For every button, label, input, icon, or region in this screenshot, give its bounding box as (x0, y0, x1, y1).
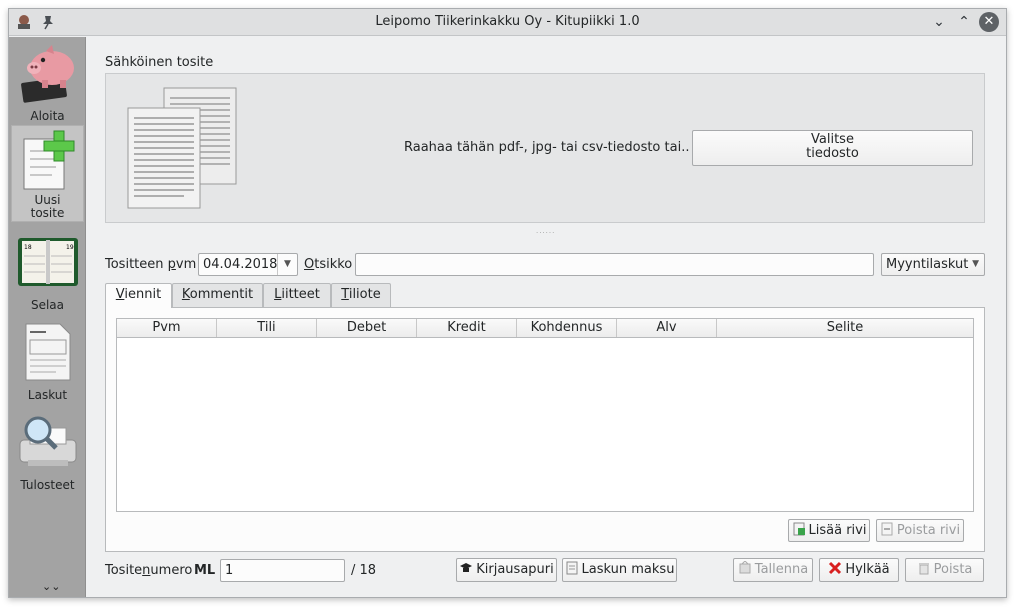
save-button[interactable]: Tallenna (733, 558, 813, 582)
voucher-number-label: Tositenumero (105, 563, 193, 578)
tab-kommentit[interactable]: Kommentit (172, 283, 263, 307)
date-field[interactable]: 04.04.2018 ▼ (198, 253, 298, 276)
sidebar-item-label: Selaa (30, 298, 65, 312)
window-title: Leipomo Tiikerinkakku Oy - Kitupiikki 1.… (375, 14, 640, 29)
column-header[interactable]: Kredit (417, 319, 517, 337)
new-document-icon (23, 130, 74, 190)
svg-text:19: 19 (66, 244, 74, 251)
column-header[interactable]: Kohdennus (517, 319, 617, 337)
voucher-number-input[interactable]: 1 (220, 559, 345, 582)
column-header[interactable]: Alv (617, 319, 717, 337)
title-input[interactable] (355, 253, 874, 276)
more-chevron-icon[interactable]: ⌄⌄ (42, 580, 60, 593)
piggy-bank-icon (20, 45, 74, 103)
voucher-type-value: Myyntilaskut (886, 257, 969, 272)
remove-row-icon (881, 522, 893, 536)
print-preview-icon (19, 416, 76, 466)
drop-hint: Raahaa tähän pdf-, jpg- tai csv-tiedosto… (404, 140, 690, 155)
sidebar-item-aloita[interactable]: Aloita (11, 39, 84, 123)
reject-icon (829, 561, 842, 575)
calendar-icon: 18 19 (17, 238, 78, 286)
chevron-down-icon[interactable]: ▼ (277, 254, 297, 275)
column-header[interactable]: Selite (717, 319, 973, 337)
entries-pane: Pvm Tili Debet Kredit Kohdennus Alv Seli… (105, 307, 985, 552)
invoice-payment-button[interactable]: Laskun maksu (562, 558, 677, 582)
sidebar-item-tulosteet[interactable]: Tulosteet (11, 407, 84, 492)
invoice-icon (566, 561, 578, 575)
date-value: 04.04.2018 (203, 257, 278, 272)
add-row-button[interactable]: Lisää rivi (788, 519, 870, 542)
splitter-handle[interactable]: ...... (536, 227, 555, 235)
sidebar-item-label: Uusi tosite (30, 193, 65, 220)
voucher-count: / 18 (351, 563, 377, 578)
invoice-icon (25, 323, 70, 381)
column-header[interactable]: Pvm (117, 319, 217, 337)
column-header[interactable]: Debet (317, 319, 417, 337)
table-header: Pvm Tili Debet Kredit Kohdennus Alv Seli… (117, 319, 973, 338)
tab-viennit[interactable]: Viennit (105, 283, 172, 308)
tab-tiliote[interactable]: Tiliote (331, 283, 391, 307)
voucher-type-select[interactable]: Myyntilaskut ▼ (881, 253, 985, 276)
add-row-icon (793, 522, 805, 536)
column-header[interactable]: Tili (217, 319, 317, 337)
date-label: Tositteen pvm (105, 257, 197, 272)
minimize-button[interactable]: ⌄ (929, 12, 949, 32)
close-button[interactable]: ✕ (979, 12, 999, 32)
tab-liitteet[interactable]: Liitteet (263, 283, 331, 307)
delete-button[interactable]: Poista (905, 558, 984, 582)
chevron-down-icon: ▼ (972, 259, 979, 269)
sidebar-item-laskut[interactable]: Laskut (11, 317, 84, 402)
attachment-dropzone[interactable]: Raahaa tähän pdf-, jpg- tai csv-tiedosto… (105, 73, 985, 223)
reject-button[interactable]: Hylkää (819, 558, 899, 582)
voucher-series: ML (194, 563, 216, 578)
documents-icon (127, 87, 237, 209)
trash-icon (918, 563, 929, 575)
main-window: Leipomo Tiikerinkakku Oy - Kitupiikki 1.… (8, 8, 1007, 598)
svg-text:18: 18 (24, 244, 32, 251)
entries-table[interactable]: Pvm Tili Debet Kredit Kohdennus Alv Seli… (116, 318, 974, 512)
save-icon (739, 561, 751, 574)
title-bar: Leipomo Tiikerinkakku Oy - Kitupiikki 1.… (9, 9, 1006, 36)
assistant-button[interactable]: Kirjausapuri (456, 558, 557, 582)
sidebar: Aloita Uusi tosite 18 19 Selaa Laskut Tu… (9, 37, 86, 597)
attachment-section-title: Sähköinen tosite (105, 55, 214, 70)
remove-row-button[interactable]: Poista rivi (876, 519, 964, 542)
sidebar-item-selaa[interactable]: 18 19 Selaa (11, 227, 84, 312)
voucher-editor: Sähköinen tosite Raahaa tähän pdf-, jpg-… (87, 37, 1006, 597)
sidebar-item-uusi-tosite[interactable]: Uusi tosite (11, 125, 84, 222)
title-label: Otsikko (304, 257, 353, 272)
choose-file-button[interactable]: Valitse tiedosto (692, 130, 973, 166)
sidebar-item-label: Laskut (27, 388, 68, 402)
graduation-cap-icon (460, 563, 473, 572)
sidebar-item-label: Tulosteet (20, 478, 75, 492)
sidebar-item-label: Aloita (30, 109, 65, 123)
maximize-button[interactable]: ⌃ (954, 12, 974, 32)
